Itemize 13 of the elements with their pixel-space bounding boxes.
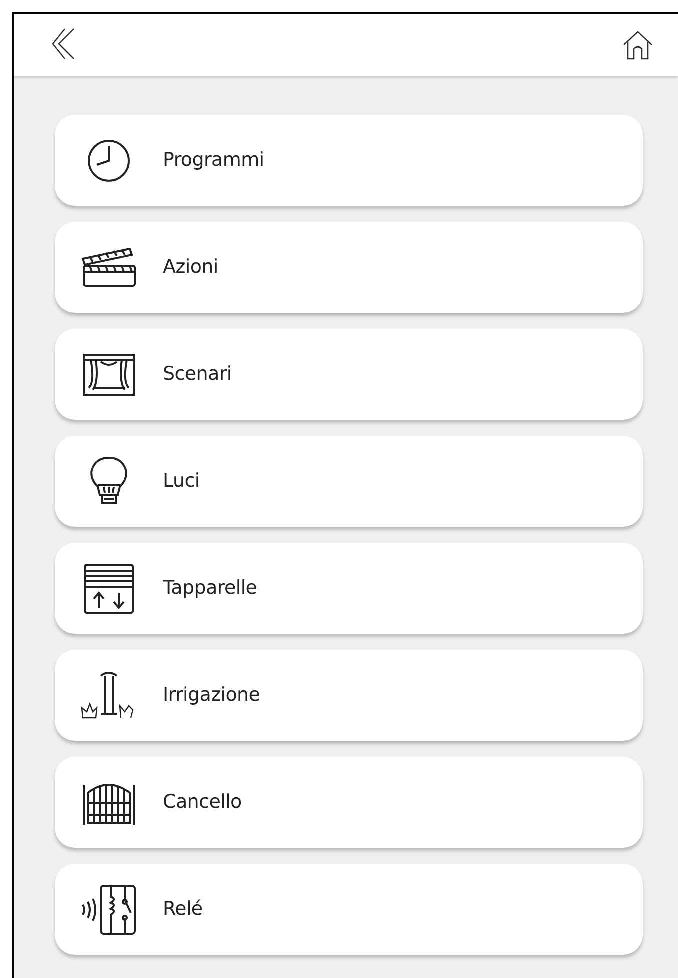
- menu-item[interactable]: Cancello: [55, 757, 643, 848]
- menu-item[interactable]: Tapparelle: [55, 543, 643, 634]
- clock-icon: [86, 138, 132, 184]
- menu-item[interactable]: Irrigazione: [55, 650, 643, 741]
- menu-item[interactable]: Relé: [55, 864, 643, 955]
- menu-item[interactable]: Azioni: [55, 222, 643, 313]
- menu-item[interactable]: Scenari: [55, 329, 643, 420]
- curtain-icon: [81, 352, 137, 398]
- clapperboard-icon: [80, 246, 138, 288]
- menu-item[interactable]: Luci: [55, 436, 643, 527]
- menu-item[interactable]: Programmi: [55, 115, 643, 206]
- relay-icon: [79, 882, 139, 936]
- window-shutter-icon: [82, 562, 136, 616]
